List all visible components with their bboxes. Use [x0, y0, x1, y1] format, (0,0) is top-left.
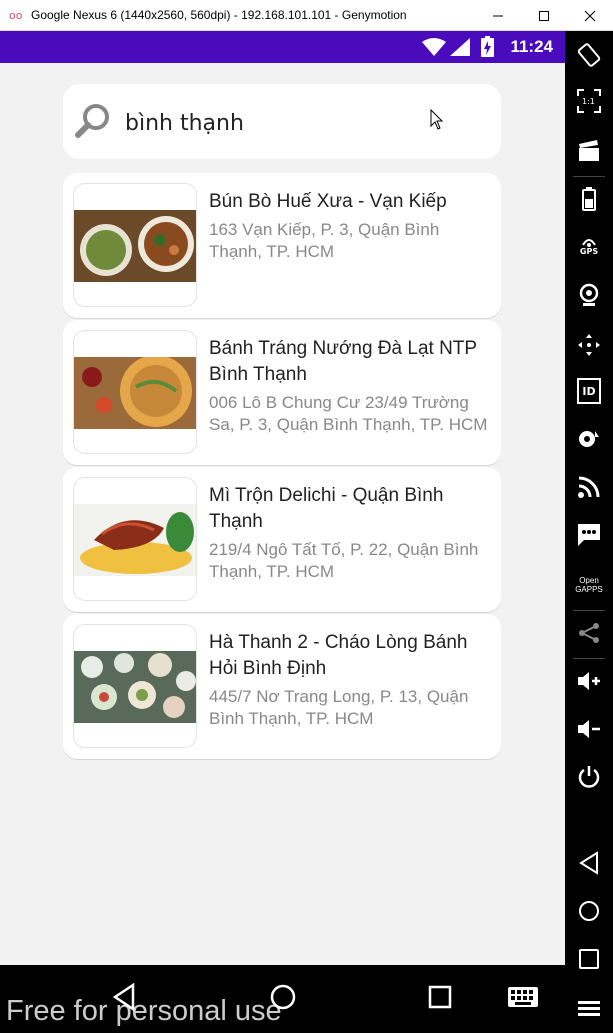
- disk-icon: [579, 431, 599, 447]
- device-id-button[interactable]: ID: [565, 371, 613, 411]
- restaurant-address: 006 Lô B Chung Cư 23/49 Trường Sa, P. 3,…: [209, 393, 488, 434]
- power-button[interactable]: [565, 757, 613, 797]
- share-icon: [579, 623, 599, 643]
- close-button[interactable]: [567, 0, 613, 31]
- battery-icon: [582, 187, 596, 211]
- android-recents-button[interactable]: [565, 939, 613, 979]
- maximize-icon: [539, 10, 549, 21]
- screencast-button[interactable]: [565, 131, 613, 171]
- android-back-button[interactable]: [565, 843, 613, 883]
- id-label: ID: [582, 384, 596, 398]
- mouse-cursor-icon: [430, 109, 444, 130]
- gps-button[interactable]: GPS: [565, 225, 613, 265]
- keyboard-icon[interactable]: [508, 987, 538, 1007]
- volume-down-icon: [578, 720, 600, 738]
- open-gapps-button[interactable]: Open GAPPS: [565, 565, 613, 605]
- restaurant-name: Bánh Tráng Nướng Đà Lạt NTP Bình Thạnh: [209, 338, 477, 385]
- list-item[interactable]: Bún Bò Huế Xưa - Vạn Kiếp 163 Vạn Kiếp, …: [63, 173, 501, 318]
- list-item[interactable]: Hà Thanh 2 - Cháo Lòng Bánh Hỏi Bình Địn…: [63, 614, 501, 759]
- id-card-icon: ID: [577, 378, 601, 404]
- rss-icon: [578, 476, 600, 498]
- back-triangle-icon: [579, 851, 598, 875]
- status-clock: 11:24: [510, 37, 553, 56]
- clapperboard-icon: [579, 140, 599, 161]
- recents-icon[interactable]: [428, 985, 452, 1009]
- svg-text:1:1: 1:1: [582, 97, 595, 106]
- share-button[interactable]: [565, 613, 613, 653]
- battery-charging-icon: [481, 36, 494, 57]
- volume-up-button[interactable]: [565, 661, 613, 701]
- mi-tron-photo: [74, 504, 196, 576]
- volume-down-button[interactable]: [565, 709, 613, 749]
- restaurant-name: Mì Trộn Delichi - Quận Bình Thạnh: [209, 485, 444, 532]
- phone-sms-button[interactable]: [565, 515, 613, 555]
- cell-signal-icon: [450, 38, 470, 56]
- gps-icon: [582, 238, 596, 247]
- app-content: Bún Bò Huế Xưa - Vạn Kiếp 163 Vạn Kiếp, …: [0, 63, 565, 965]
- android-status-bar: 11:24: [0, 31, 565, 63]
- restaurant-name: Bún Bò Huế Xưa - Vạn Kiếp: [209, 191, 447, 212]
- disk-io-button[interactable]: [565, 419, 613, 459]
- network-button[interactable]: [565, 467, 613, 507]
- watermark-text: Free for personal use: [6, 995, 282, 1027]
- list-item[interactable]: Mì Trộn Delichi - Quận Bình Thạnh 219/4 …: [63, 467, 501, 612]
- search-icon: [75, 104, 109, 138]
- minimize-button[interactable]: [475, 0, 521, 31]
- android-home-button[interactable]: [565, 891, 613, 931]
- window-title: Google Nexus 6 (1440x2560, 560dpi) - 192…: [31, 8, 407, 22]
- opengapps-line1: Open: [579, 576, 599, 585]
- webcam-button[interactable]: [565, 275, 613, 315]
- restaurant-name: Hà Thanh 2 - Cháo Lòng Bánh Hỏi Bình Địn…: [209, 632, 468, 679]
- android-menu-button[interactable]: [565, 989, 613, 1029]
- rotate-icon: [577, 43, 601, 67]
- sms-icon: [578, 524, 600, 546]
- genymotion-logo: oo: [9, 9, 23, 22]
- results-list: Bún Bò Huế Xưa - Vạn Kiếp 163 Vạn Kiếp, …: [63, 173, 501, 761]
- home-circle-icon: [579, 901, 599, 921]
- restaurant-address: 445/7 Nơ Trang Long, P. 13, Quận Bình Th…: [209, 687, 469, 728]
- power-icon: [578, 766, 600, 788]
- rotate-button[interactable]: [565, 35, 613, 75]
- search-input[interactable]: [123, 104, 427, 142]
- food-thumbnail: [73, 330, 197, 454]
- recents-square-icon: [579, 949, 599, 969]
- opengapps-line2: GAPPS: [575, 585, 603, 594]
- move-arrows-icon: [578, 334, 600, 356]
- food-thumbnail: [73, 183, 197, 307]
- restaurant-address: 219/4 Ngô Tất Tố, P. 22, Quận Bình Thạnh…: [209, 540, 479, 581]
- menu-icon: [578, 1001, 600, 1016]
- chao-long-photo: [74, 651, 196, 723]
- gps-label: GPS: [579, 246, 599, 256]
- maximize-button[interactable]: [521, 0, 567, 31]
- remote-control-button[interactable]: [565, 325, 613, 365]
- bun-bo-photo: [74, 210, 196, 282]
- food-thumbnail: [73, 624, 197, 748]
- volume-up-icon: [578, 672, 600, 690]
- webcam-icon: [579, 283, 599, 306]
- fullscreen-icon: 1:1: [577, 89, 601, 113]
- restaurant-address: 163 Vạn Kiếp, P. 3, Quận Bình Thạnh, TP.…: [209, 220, 440, 261]
- minimize-icon: [493, 15, 503, 16]
- food-thumbnail: [73, 477, 197, 601]
- window-title-bar: oo Google Nexus 6 (1440x2560, 560dpi) - …: [0, 0, 613, 31]
- list-item[interactable]: Bánh Tráng Nướng Đà Lạt NTP Bình Thạnh 0…: [63, 320, 501, 465]
- battery-button[interactable]: [565, 179, 613, 219]
- emulator-toolbar: 1:1 GPS ID Open GAPPS: [565, 31, 613, 1033]
- opengapps-icon: Open GAPPS: [575, 576, 603, 594]
- banh-trang-photo: [74, 357, 196, 429]
- pixel-perfect-button[interactable]: 1:1: [565, 81, 613, 121]
- wifi-icon: [422, 38, 446, 56]
- close-icon: [584, 10, 596, 21]
